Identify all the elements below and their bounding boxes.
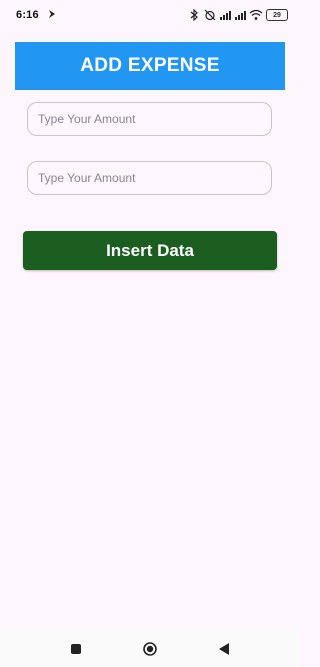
bluetooth-icon: [189, 8, 201, 22]
page-title-bar: ADD EXPENSE: [15, 42, 285, 90]
back-icon[interactable]: [214, 639, 234, 659]
status-right: 29: [189, 8, 288, 22]
amount-input-2[interactable]: [27, 161, 272, 195]
status-bar: 6:16 29: [0, 0, 300, 30]
system-nav-bar: [0, 630, 300, 667]
page-title: ADD EXPENSE: [80, 55, 220, 76]
home-icon[interactable]: [140, 639, 160, 659]
insert-data-button[interactable]: Insert Data: [23, 231, 277, 270]
battery-icon: 29: [266, 9, 288, 21]
amount-input-1[interactable]: [27, 102, 272, 136]
status-time: 6:16: [16, 9, 39, 21]
wifi-icon: [249, 9, 263, 21]
alarm-off-icon: [204, 9, 216, 21]
signal-icon: [219, 9, 231, 21]
notification-icon: [47, 9, 59, 21]
recents-icon[interactable]: [66, 639, 86, 659]
signal-2-icon: [234, 9, 246, 21]
status-left: 6:16: [16, 9, 59, 21]
